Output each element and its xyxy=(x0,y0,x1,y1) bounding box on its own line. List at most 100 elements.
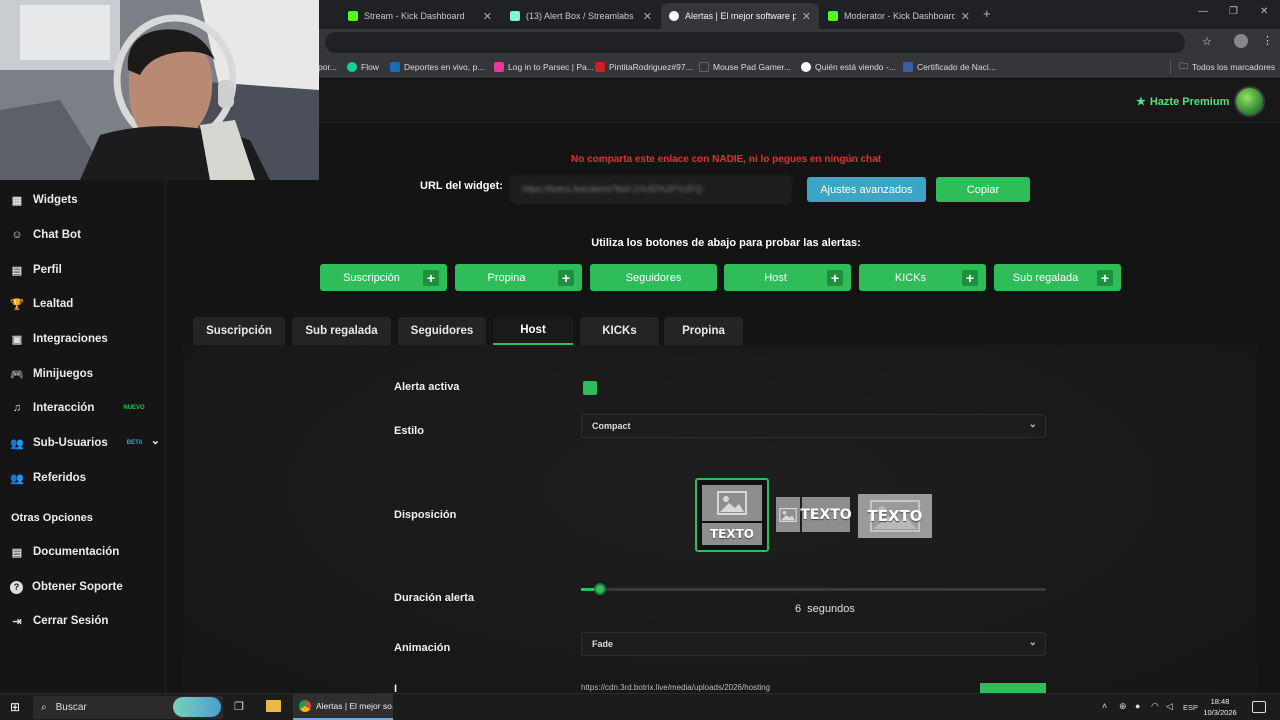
duration-unit: segundos xyxy=(807,603,855,615)
tab-seguidores[interactable]: Seguidores xyxy=(398,317,486,345)
layout-text: TEXTO xyxy=(800,497,852,532)
test-kicks-button[interactable]: KICKs + xyxy=(859,264,986,291)
sidebar-item-cerrar-sesion[interactable]: ⇥ Cerrar Sesión xyxy=(10,610,108,632)
premium-link[interactable]: ★ Hazte Premium xyxy=(1136,95,1229,109)
bookmark-label: PintitaRodriguez#97... xyxy=(609,62,693,72)
chevron-down-icon: ⌄ xyxy=(1028,419,1037,430)
bookmark-item[interactable]: PintitaRodriguez#97... xyxy=(595,60,693,74)
media-buttons[interactable] xyxy=(980,683,1046,693)
task-view-icon[interactable]: ❐ xyxy=(234,700,244,713)
media-url-field[interactable]: https://cdn.3rd.botrix.live/media/upload… xyxy=(581,683,981,693)
clock[interactable]: 18:48 10/3/2026 xyxy=(1200,696,1240,718)
test-propina-button[interactable]: Propina + xyxy=(455,264,582,291)
minimize-icon[interactable]: — xyxy=(1198,6,1208,17)
profile-icon[interactable] xyxy=(1234,34,1248,48)
animation-select[interactable]: Fade ⌄ xyxy=(581,632,1046,656)
sidebar-item-soporte[interactable]: ? Obtener Soporte xyxy=(10,576,123,598)
duration-slider-handle[interactable] xyxy=(594,583,606,595)
avatar[interactable] xyxy=(1234,86,1265,117)
tab-sub-regalada[interactable]: Sub regalada xyxy=(292,317,391,345)
style-select[interactable]: Compact ⌄ xyxy=(581,414,1046,438)
bookmark-item[interactable]: Log in to Parsec | Pa... xyxy=(494,60,594,74)
browser-tab[interactable]: (13) Alert Box / Streamlabs ✕ xyxy=(502,3,660,29)
test-host-button[interactable]: Host + xyxy=(724,264,851,291)
advanced-settings-button[interactable]: Ajustes avanzados xyxy=(807,177,926,202)
widget-url-field[interactable]: https://botrix.live/alerts?bid=1%3D%2F%2… xyxy=(511,176,791,203)
copy-button[interactable]: Copiar xyxy=(936,177,1030,202)
clock-date: 10/3/2026 xyxy=(1203,708,1237,717)
sidebar-item-chatbot[interactable]: ☺ Chat Bot xyxy=(10,224,81,246)
button-label: Seguidores xyxy=(625,271,682,284)
close-icon[interactable]: ✕ xyxy=(483,10,492,23)
beta-badge: BETA xyxy=(126,440,143,446)
close-window-icon[interactable]: ✕ xyxy=(1260,6,1268,17)
bookmark-item[interactable]: por... xyxy=(318,60,337,74)
new-badge: NUEVO xyxy=(123,405,145,411)
sidebar-item-documentacion[interactable]: ▤ Documentación xyxy=(10,541,119,563)
alert-active-checkbox[interactable] xyxy=(583,381,597,395)
plus-icon: + xyxy=(1097,269,1113,286)
test-sub-regalada-button[interactable]: Sub regalada + xyxy=(994,264,1121,291)
bookmark-item[interactable]: Mouse Pad Gamer... xyxy=(699,60,791,74)
volume-icon[interactable]: ◁ xyxy=(1166,701,1173,712)
chevron-up-icon[interactable]: ˄ xyxy=(1102,701,1107,711)
sidebar-item-interaccion[interactable]: ♫ Interacción NUEVO xyxy=(10,397,145,419)
chevron-down-icon[interactable]: ⌄ xyxy=(151,434,160,447)
sidebar-item-label: Lealtad xyxy=(33,298,74,310)
layout-option-stacked[interactable]: TEXTO xyxy=(695,478,769,552)
sidebar-item-subusuarios[interactable]: 👥 Sub-Usuarios BETA ⌄ xyxy=(10,432,160,454)
sidebar-item-label: Obtener Soporte xyxy=(32,581,123,593)
tab-host[interactable]: Host xyxy=(493,316,573,345)
layout-option-overlay[interactable]: TEXTO xyxy=(858,494,932,538)
browser-tab[interactable]: Moderator - Kick Dashboard ✕ xyxy=(820,3,978,29)
browser-tab-active[interactable]: Alertas | El mejor software para ✕ xyxy=(661,3,819,29)
bookmark-item[interactable]: Flow xyxy=(347,60,379,74)
taskbar-item-label: Alertas | El mejor so... xyxy=(316,701,393,711)
taskbar-search[interactable]: ⌕ Buscar xyxy=(33,696,223,719)
bookmark-item[interactable]: Quién está viendo -... xyxy=(801,60,896,74)
sidebar-item-widgets[interactable]: ▦ Widgets xyxy=(10,189,78,211)
tab-suscripcion[interactable]: Suscripción xyxy=(193,317,285,345)
close-icon[interactable]: ✕ xyxy=(802,10,811,23)
language-indicator[interactable]: ESP xyxy=(1183,703,1198,712)
select-value: Compact xyxy=(592,421,631,431)
notifications-icon[interactable] xyxy=(1252,701,1266,713)
browser-tab[interactable]: Stream - Kick Dashboard ✕ xyxy=(340,3,500,29)
duration-slider-track[interactable] xyxy=(581,588,1046,591)
mousepad-icon xyxy=(699,62,709,72)
file-explorer-icon[interactable] xyxy=(266,700,281,712)
bookmark-label: Quién está viendo -... xyxy=(815,62,896,72)
close-icon[interactable]: ✕ xyxy=(961,10,970,23)
search-highlight-icon xyxy=(173,697,221,717)
taskbar-chrome-item[interactable]: Alertas | El mejor so... xyxy=(293,694,393,720)
close-icon[interactable]: ✕ xyxy=(643,10,652,23)
address-bar[interactable] xyxy=(325,32,1185,53)
network-icon[interactable]: ⊕ xyxy=(1119,701,1127,712)
microphone-icon[interactable]: ● xyxy=(1135,701,1140,711)
referrals-icon: 👥 xyxy=(10,472,24,485)
menu-icon[interactable]: ⋮ xyxy=(1262,34,1273,47)
tab-kicks[interactable]: KICKs xyxy=(580,317,659,345)
sidebar-item-perfil[interactable]: ▤ Perfil xyxy=(10,259,62,281)
maximize-icon[interactable]: ❐ xyxy=(1229,6,1238,17)
tab-propina[interactable]: Propina xyxy=(664,317,743,345)
duration-value: 6 xyxy=(795,603,802,615)
test-suscripcion-button[interactable]: Suscripción + xyxy=(320,264,447,291)
sidebar-item-label: Minijuegos xyxy=(33,368,94,380)
sidebar-item-integraciones[interactable]: ▣ Integraciones xyxy=(10,328,108,350)
bookmark-label: Todos los marcadores xyxy=(1192,62,1276,72)
test-seguidores-button[interactable]: Seguidores xyxy=(590,264,717,291)
bookmark-item[interactable]: Deportes en vivo, p... xyxy=(390,60,484,74)
layout-option-side[interactable]: TEXTO xyxy=(776,497,852,532)
image-placeholder-icon xyxy=(776,497,800,532)
wifi-icon[interactable]: ◠ xyxy=(1151,701,1159,712)
profiles-icon xyxy=(801,62,811,72)
windows-start-icon[interactable]: ⊞ xyxy=(10,700,20,714)
sidebar-item-lealtad[interactable]: 🏆 Lealtad xyxy=(10,293,73,315)
sidebar-item-referidos[interactable]: 👥 Referidos xyxy=(10,467,86,489)
bookmark-item[interactable]: Certificado de Naci... xyxy=(903,60,996,74)
all-bookmarks-item[interactable]: 🗀 Todos los marcadores xyxy=(1170,60,1275,74)
bookmark-star-icon[interactable]: ☆ xyxy=(1202,35,1212,48)
sidebar-item-minijuegos[interactable]: 🎮 Minijuegos xyxy=(10,363,93,385)
new-tab-button[interactable]: + xyxy=(983,6,991,21)
